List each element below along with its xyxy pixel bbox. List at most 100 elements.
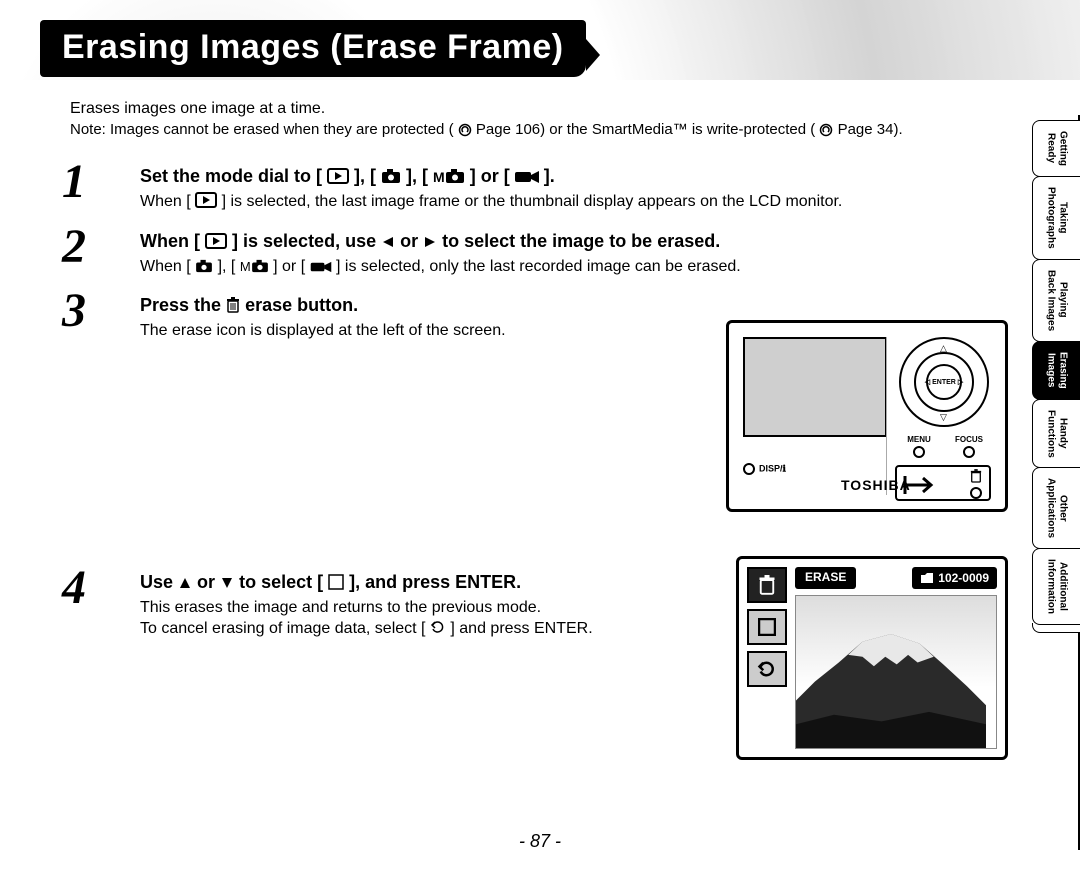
step-2: 2 When [ ] is selected, use or to select… [70,231,1010,278]
folder-icon [920,572,934,584]
tab-label: Other Applications [1045,478,1069,538]
tab-erasing-images[interactable]: Erasing Images [1032,341,1080,400]
step-1: 1 Set the mode dial to [ ], [ ], [ M ] o… [70,166,1010,213]
camera-lcd [743,337,887,437]
t: Set the mode dial to [ [140,166,327,186]
camera-diagram: ◁ ENTER ▷ △ ▽ MENU FOCUS DISP/ℹ TOSHIBA [726,320,1008,512]
t: Press the [140,295,226,315]
left-arrow-icon [381,235,395,249]
lcd-preview: ERASE 102-0009 [736,556,1008,760]
play-mode-icon [195,192,217,208]
erase-button [970,469,982,499]
page-number: - 87 - [0,831,1080,852]
note-part-b: Page 106) or the SmartMedia™ is write-pr… [476,121,815,138]
trash-icon [970,469,982,483]
play-mode-icon [205,233,227,249]
t: to select the image to be erased. [442,231,720,251]
box-icon [758,618,776,636]
t: Use [140,572,178,592]
step-number-4: 4 [62,564,86,612]
manual-camera-mode-icon [251,259,269,273]
lcd-option-cancel [747,651,787,687]
lcd-image [795,595,997,749]
mountain-graphic [796,634,986,748]
t: ], [ [354,166,381,186]
tab-label: Playing Back Images [1045,270,1069,331]
brand-logo: TOSHIBA [841,477,911,493]
m-prefix: M [433,169,445,185]
step-number-3: 3 [62,287,86,335]
t: ]. [544,166,555,186]
diagram-divider [886,337,887,495]
page-ref-icon [819,123,833,137]
tab-label: Additional Information [1045,559,1069,614]
tab-playing-back-images[interactable]: Playing Back Images [1032,259,1080,342]
control-pad: ◁ ENTER ▷ △ ▽ [899,337,989,427]
play-mode-icon [327,168,349,184]
tab-label: Taking Photographs [1045,187,1069,249]
right-arrow-icon [423,235,437,249]
t: ], and press ENTER. [349,572,521,592]
tab-label: Handy Functions [1045,410,1069,458]
step-1-body: When [ ] is selected, the last image fra… [140,191,1010,213]
menu-label: MENU [907,435,931,444]
t: erase button. [245,295,358,315]
t: or [400,231,423,251]
counter-value: 102-0009 [938,571,989,585]
step-2-heading: When [ ] is selected, use or to select t… [140,231,1010,252]
intro-text: Erases images one image at a time. [70,100,1010,118]
confirm-box-icon [328,574,344,590]
page-title: Erasing Images (Erase Frame) [40,20,586,77]
manual-camera-mode-icon [445,168,465,184]
menu-button: MENU [899,435,939,458]
t: or [197,572,220,592]
tab-getting-ready[interactable]: Getting Ready [1032,120,1080,177]
lcd-erase-badge: ERASE [795,567,856,589]
step-1-heading: Set the mode dial to [ ], [ ], [ M ] or … [140,166,1010,187]
cancel-return-icon [430,619,446,635]
tab-taking-photographs[interactable]: Taking Photographs [1032,176,1080,260]
movie-mode-icon [515,170,539,184]
note-text: Note: Images cannot be erased when they … [70,121,1010,138]
step-number-1: 1 [62,158,86,206]
enter-label: ENTER [932,379,956,386]
step-3-heading: Press the erase button. [140,295,1010,316]
step-number-2: 2 [62,223,86,271]
t: ] is selected, the last image frame or t… [222,193,843,210]
camera-mode-icon [195,259,213,273]
trash-icon [758,575,776,595]
note-part-c: Page 34). [838,121,903,138]
disp-label: DISP/ℹ [759,463,786,473]
note-part-a: Note: Images cannot be erased when they … [70,121,454,138]
pad-down-icon: ▽ [940,412,947,423]
lcd-folder-counter: 102-0009 [912,567,997,589]
t: ] and press ENTER. [450,620,592,637]
section-tabs: Getting Ready Taking Photographs Playing… [1032,120,1080,633]
t: When [ [140,231,205,251]
t: When [ [140,258,195,275]
up-arrow-icon [178,576,192,590]
t: ], [ [218,258,240,275]
trash-icon [226,297,240,313]
t: ], [ [406,166,433,186]
tab-label: Getting Ready [1045,131,1069,166]
lcd-option-erase [747,567,787,603]
tab-additional-information[interactable]: Additional Information [1032,548,1080,625]
pad-up-icon: △ [940,343,947,354]
tab-label: Erasing Images [1045,352,1069,389]
page-ref-icon [458,123,472,137]
t: ] is selected, use [232,231,381,251]
t: To cancel erasing of image data, select … [140,620,430,637]
cancel-return-icon [757,659,777,679]
focus-button: FOCUS [949,435,989,458]
movie-mode-icon [310,261,332,273]
t: ] or [ [273,258,309,275]
lcd-option-box [747,609,787,645]
disp-button: DISP/ℹ [743,463,786,475]
down-arrow-icon [220,576,234,590]
tab-handy-functions[interactable]: Handy Functions [1032,399,1080,469]
enter-button: ◁ ENTER ▷ [926,364,962,400]
tab-other-applications[interactable]: Other Applications [1032,467,1080,549]
t: ] is selected, only the last recorded im… [336,258,741,275]
t: When [ [140,193,195,210]
